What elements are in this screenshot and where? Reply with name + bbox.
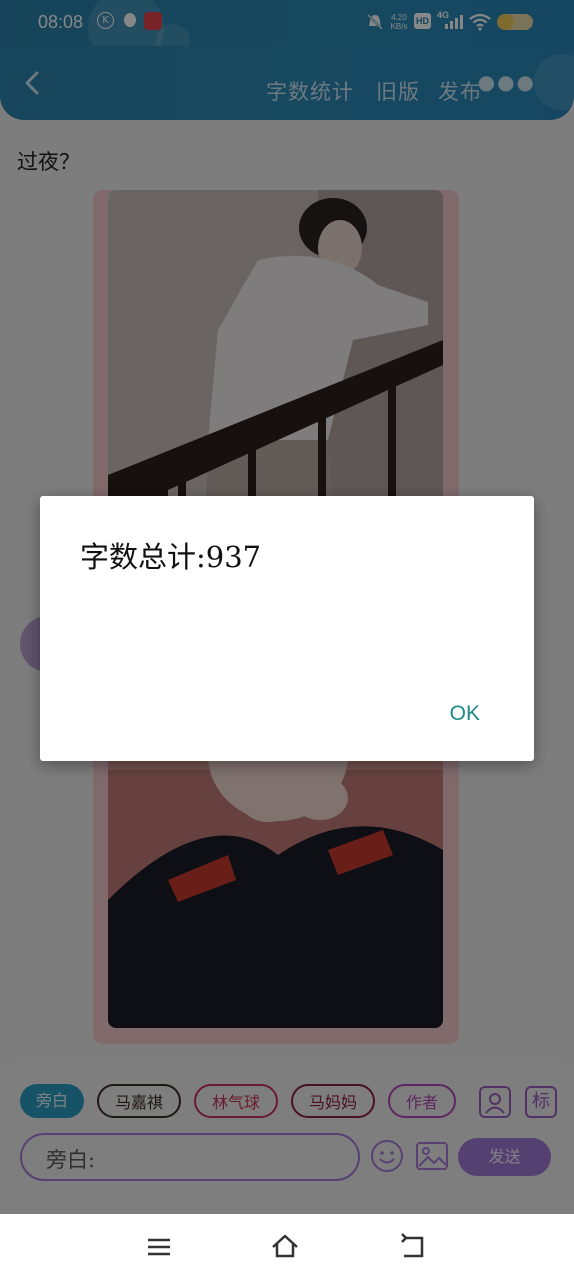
system-nav-bar	[0, 1214, 574, 1280]
dialog-message: 字数总计:937	[80, 540, 262, 574]
ok-button[interactable]: OK	[450, 702, 480, 726]
menu-icon[interactable]	[144, 1232, 174, 1262]
word-count-dialog: 字数总计:937 OK	[40, 496, 534, 761]
home-icon[interactable]	[270, 1232, 300, 1262]
back-icon[interactable]	[398, 1232, 428, 1262]
